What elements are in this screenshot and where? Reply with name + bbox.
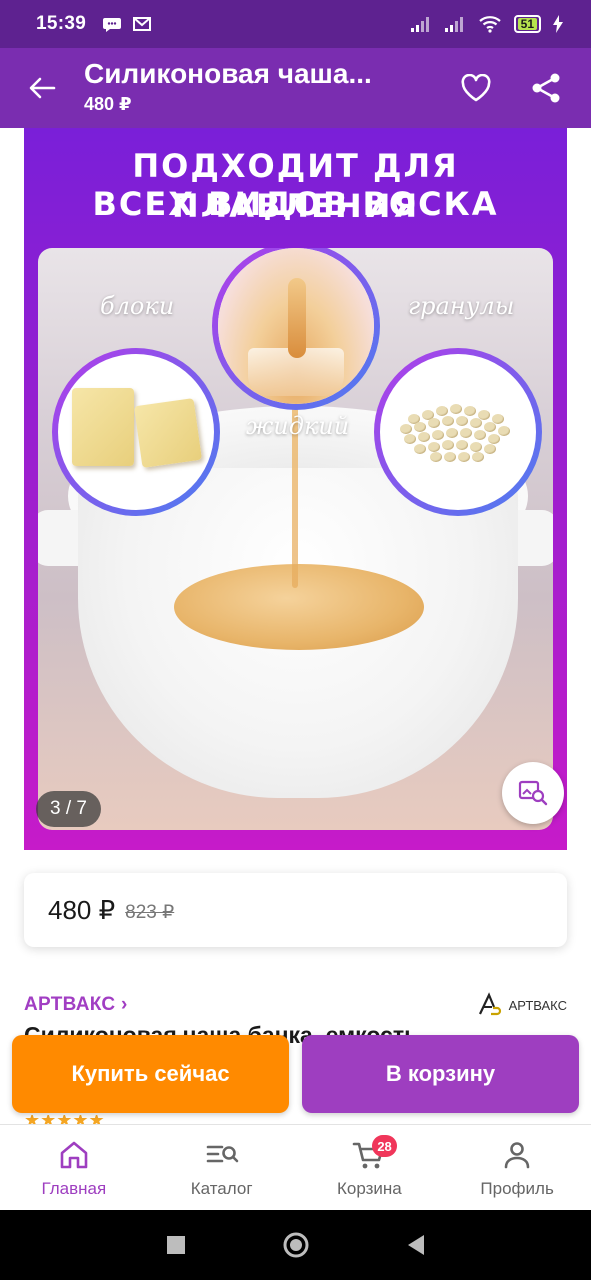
profile-icon: [504, 1142, 530, 1169]
signal-icon: [410, 17, 429, 32]
add-to-cart-button[interactable]: В корзину: [302, 1035, 579, 1113]
heart-icon: [461, 74, 491, 102]
nav-item-catalog[interactable]: Каталог: [148, 1125, 296, 1210]
screen: 15:39 51 Силиконовая чаша... 480 ₽ ПОДХО…: [0, 0, 591, 1280]
status-time: 15:39: [36, 13, 87, 34]
nav-label-profile: Профиль: [480, 1179, 554, 1198]
nav-item-cart[interactable]: 28 Корзина: [296, 1125, 444, 1210]
old-price: 823 ₽: [125, 901, 175, 923]
image-search-button[interactable]: [502, 762, 564, 824]
charging-icon: [553, 15, 563, 33]
system-nav-bar: [0, 1210, 591, 1280]
product-photo: блоки жидкий гранулы: [38, 248, 553, 830]
wax-blocks-image: [58, 354, 214, 510]
battery-icon: 51: [513, 15, 541, 33]
wax-block-shape: [72, 388, 134, 466]
liquid-wax-circle: [212, 248, 380, 410]
image-search-icon: [518, 780, 548, 806]
status-notification-icons: [102, 15, 152, 33]
status-system-icons: 51: [410, 15, 563, 33]
label-liquid: жидкий: [246, 412, 350, 440]
nav-item-home[interactable]: Главная: [0, 1125, 148, 1210]
catalog-search-icon: [206, 1145, 238, 1163]
wax-granules-circle: [374, 348, 542, 516]
nav-item-profile[interactable]: Профиль: [443, 1125, 591, 1210]
signal-icon: [444, 17, 463, 32]
nav-label-catalog: Каталог: [190, 1179, 253, 1198]
recents-square-icon[interactable]: [166, 1235, 186, 1255]
share-button[interactable]: [511, 48, 581, 128]
back-triangle-icon[interactable]: [406, 1234, 426, 1256]
battery-level: 51: [517, 18, 537, 30]
chat-bubble-icon: [103, 18, 122, 32]
brand-logo[interactable]: АРТВАКС: [477, 992, 567, 1018]
arrow-left-icon: [29, 77, 56, 99]
status-bar: 15:39 51: [0, 0, 591, 48]
brand-row: АРТВАКС › АРТВАКС: [24, 990, 567, 1020]
bottom-nav: Главная Каталог 28 Корзина Профиль: [0, 1124, 591, 1210]
wax-granules-image: [380, 354, 536, 510]
buy-now-button[interactable]: Купить сейчас: [12, 1035, 289, 1113]
favorite-button[interactable]: [441, 48, 511, 128]
liquid-wax-image: [218, 248, 374, 404]
app-bar: Силиконовая чаша... 480 ₽: [0, 48, 591, 128]
share-icon: [532, 73, 560, 103]
gmail-icon: [133, 17, 152, 31]
brand-logo-text: АРТВАКС: [508, 997, 567, 1013]
home-icon: [60, 1141, 88, 1169]
page-title: Силиконовая чаша...: [84, 57, 372, 89]
wax-drip-shape: [288, 278, 306, 358]
current-price: 480 ₽: [48, 894, 116, 925]
wifi-icon: [478, 16, 501, 33]
brand-logo-icon: [478, 992, 501, 1016]
wax-block-shape: [133, 398, 203, 468]
label-blocks: блоки: [100, 292, 175, 320]
wax-blocks-circle: [52, 348, 220, 516]
home-circle-icon[interactable]: [282, 1231, 310, 1259]
cart-count-badge: 28: [372, 1135, 397, 1157]
brand-link[interactable]: АРТВАКС ›: [24, 994, 128, 1016]
label-granules: гранулы: [408, 292, 515, 320]
nav-label-cart: Корзина: [336, 1179, 402, 1198]
nav-label-home: Главная: [41, 1179, 107, 1198]
product-image-carousel[interactable]: ПОДХОДИТ ДЛЯ ПЛАВЛЕНИЯ ВСЕХ ВИДОВ ВОСКА: [24, 128, 567, 850]
app-bar-price: 480 ₽: [84, 93, 132, 114]
carousel-page-indicator: 3 / 7: [36, 791, 101, 827]
melted-wax-shape: [174, 564, 424, 650]
price-card: 480 ₽ 823 ₽: [24, 873, 567, 947]
back-button[interactable]: [0, 48, 84, 128]
title-block: Силиконовая чаша... 480 ₽: [84, 58, 441, 115]
promo-headline-line2: ВСЕХ ВИДОВ ВОСКА: [92, 185, 499, 223]
